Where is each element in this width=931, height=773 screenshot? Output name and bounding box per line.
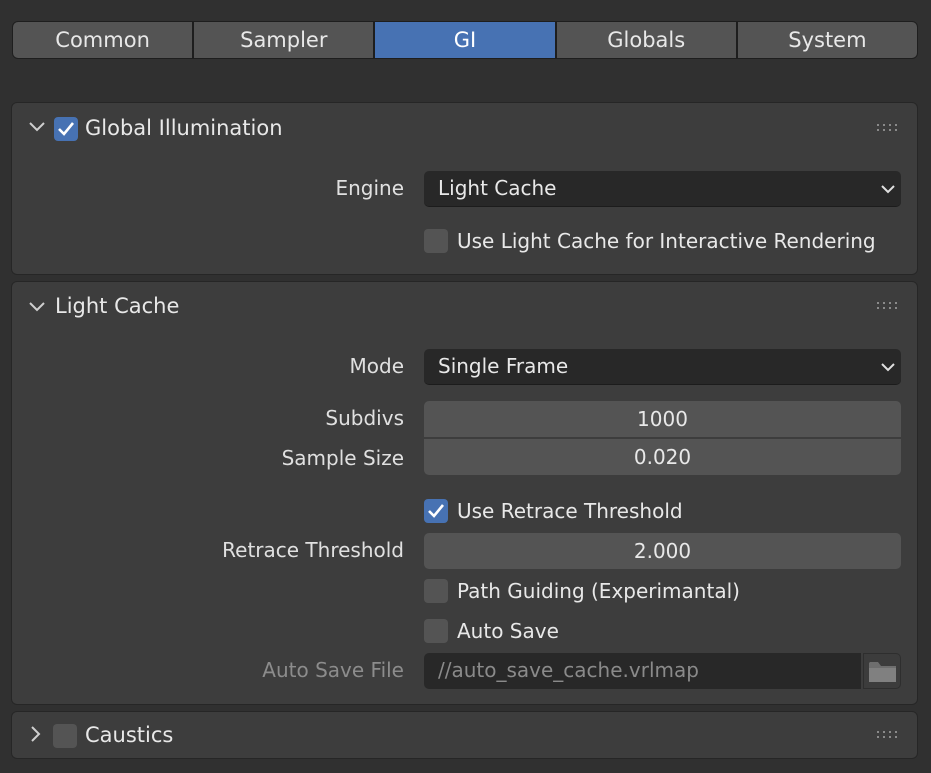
global-illumination-checkbox[interactable] — [54, 117, 78, 141]
dropdown-arrow-icon — [881, 185, 895, 194]
tab-system[interactable]: System — [737, 22, 917, 58]
tab-common[interactable]: Common — [13, 22, 193, 58]
engine-value: Light Cache — [438, 176, 557, 200]
global-illumination-panel: Global Illumination Engine Light Cache U… — [11, 102, 918, 275]
auto-save-file-value: //auto_save_cache.vrlmap — [438, 658, 699, 682]
auto-save-label: Auto Save — [457, 619, 559, 643]
caustics-header[interactable]: Caustics — [12, 712, 917, 762]
sample-size-label: Sample Size — [281, 446, 404, 470]
global-illumination-header[interactable]: Global Illumination — [12, 103, 917, 153]
folder-icon — [869, 662, 896, 682]
mode-value: Single Frame — [438, 354, 569, 378]
interactive-rendering-label: Use Light Cache for Interactive Renderin… — [457, 229, 876, 253]
panel-title: Global Illumination — [85, 116, 283, 140]
checkmark-icon — [58, 122, 75, 136]
mode-label: Mode — [349, 354, 405, 378]
engine-dropdown[interactable]: Light Cache — [424, 171, 901, 207]
dropdown-arrow-icon — [881, 363, 895, 372]
retrace-threshold-field[interactable]: 2.000 — [424, 533, 901, 569]
tab-globals[interactable]: Globals — [556, 22, 736, 58]
chevron-down-icon[interactable] — [28, 301, 46, 313]
tab-gi[interactable]: GI — [375, 22, 555, 58]
interactive-rendering-checkbox[interactable] — [424, 229, 448, 253]
browse-folder-button[interactable] — [863, 653, 901, 689]
drag-grip-icon[interactable] — [877, 731, 899, 741]
caustics-panel: Caustics — [11, 711, 918, 759]
use-retrace-threshold-checkbox[interactable] — [424, 499, 448, 523]
checkmark-icon — [428, 504, 445, 518]
use-retrace-threshold-label: Use Retrace Threshold — [457, 499, 683, 523]
subdivs-field[interactable]: 1000 — [424, 401, 901, 437]
light-cache-header[interactable]: Light Cache — [12, 282, 917, 332]
light-cache-panel: Light Cache Mode Single Frame Subdivs 10… — [11, 281, 918, 705]
auto-save-file-input[interactable]: //auto_save_cache.vrlmap — [424, 653, 861, 689]
tab-bar: Common Sampler GI Globals System — [12, 21, 918, 59]
mode-dropdown[interactable]: Single Frame — [424, 349, 901, 385]
chevron-right-icon[interactable] — [30, 725, 42, 743]
sample-size-field[interactable]: 0.020 — [424, 439, 901, 475]
drag-grip-icon[interactable] — [877, 124, 899, 134]
caustics-checkbox[interactable] — [53, 724, 77, 748]
tab-sampler[interactable]: Sampler — [194, 22, 374, 58]
path-guiding-checkbox[interactable] — [424, 579, 448, 603]
auto-save-checkbox[interactable] — [424, 619, 448, 643]
engine-label: Engine — [335, 176, 404, 200]
subdivs-label: Subdivs — [325, 406, 404, 430]
chevron-down-icon[interactable] — [28, 121, 46, 133]
panel-title: Caustics — [85, 723, 174, 747]
path-guiding-label: Path Guiding (Experimantal) — [457, 579, 740, 603]
panel-title: Light Cache — [55, 294, 180, 318]
retrace-threshold-label: Retrace Threshold — [222, 538, 404, 562]
drag-grip-icon[interactable] — [877, 302, 899, 312]
auto-save-file-label: Auto Save File — [262, 658, 404, 682]
